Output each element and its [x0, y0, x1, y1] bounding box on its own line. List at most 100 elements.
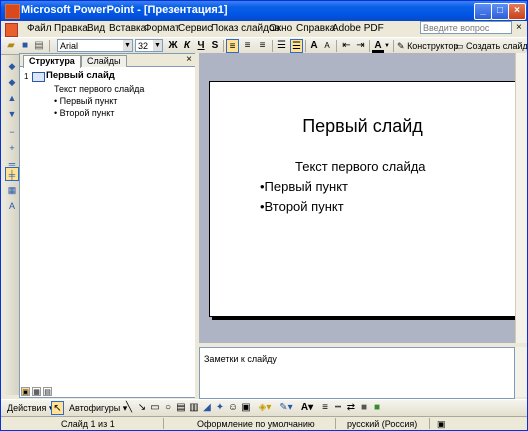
oval-icon[interactable]: ○	[162, 401, 174, 415]
select-objects-icon[interactable]: ↖	[51, 401, 64, 415]
notes-scrollbar[interactable]	[515, 347, 527, 397]
diagram-icon[interactable]: ✦	[214, 401, 226, 415]
maximize-button[interactable]: □	[491, 3, 509, 20]
status-separator	[429, 418, 430, 429]
move-up-icon[interactable]: ▲	[5, 91, 19, 105]
slide-bullet[interactable]: •Второй пункт	[260, 199, 344, 214]
minimize-button[interactable]: _	[474, 3, 492, 20]
spelling-icon[interactable]: ▣	[437, 418, 446, 430]
slide-sorter-icon[interactable]: ▦	[32, 387, 41, 396]
arrow-icon[interactable]: ↘	[136, 401, 148, 415]
outline-bullet[interactable]: • Первый пункт	[54, 96, 117, 106]
line-icon[interactable]: ╲	[123, 401, 135, 415]
menu-view[interactable]: Вид	[87, 23, 105, 34]
actions-button[interactable]: Действия ▾	[7, 401, 53, 415]
summary-slide-icon[interactable]: ▦	[5, 183, 19, 197]
fill-color-icon[interactable]: ◈▾	[256, 401, 274, 415]
show-formatting-icon[interactable]: A	[5, 199, 19, 213]
move-down-icon[interactable]: ▼	[5, 107, 19, 121]
menu-help[interactable]: Справка	[296, 23, 335, 34]
outline-subtitle[interactable]: Текст первого слайда	[54, 84, 144, 94]
chevron-down-icon[interactable]: ▼	[384, 39, 390, 53]
dash-style-icon[interactable]: ┅	[332, 401, 344, 415]
align-center-button[interactable]: ≡	[241, 39, 254, 53]
vertical-scrollbar[interactable]	[515, 53, 527, 343]
font-combo[interactable]: Arial ▼	[57, 39, 133, 52]
slideshow-icon[interactable]: ▤	[43, 387, 52, 396]
shadow-style-icon[interactable]: ■	[358, 401, 370, 415]
toolbar-separator	[223, 40, 224, 52]
italic-button[interactable]: К	[181, 39, 193, 53]
font-color-button[interactable]: A	[372, 39, 384, 53]
document-icon[interactable]	[5, 23, 18, 37]
toolbar-separator	[369, 40, 370, 52]
rectangle-icon[interactable]: ▭	[149, 401, 161, 415]
menu-adobe-pdf[interactable]: Adobe PDF	[332, 23, 384, 34]
menu-edit[interactable]: Правка	[54, 23, 88, 34]
save-icon[interactable]: ■	[19, 39, 31, 53]
align-right-button[interactable]: ≡	[256, 39, 269, 53]
slide-icon[interactable]	[32, 72, 45, 82]
slide-bullet[interactable]: •Первый пункт	[260, 179, 348, 194]
bold-button[interactable]: Ж	[167, 39, 179, 53]
menu-tools[interactable]: Сервис	[178, 23, 212, 34]
toolbar-separator	[393, 40, 394, 52]
vertical-textbox-icon[interactable]: ▥	[188, 401, 200, 415]
expand-icon[interactable]: +	[5, 141, 19, 155]
close-button[interactable]: ×	[508, 3, 526, 20]
decrease-font-button[interactable]: A	[321, 39, 333, 53]
increase-indent-button[interactable]: ⇥	[354, 39, 367, 53]
autoshapes-button[interactable]: Автофигуры ▾	[69, 401, 127, 415]
numbering-button[interactable]: ☰	[275, 39, 288, 53]
slide-title[interactable]: Первый слайд	[210, 116, 515, 137]
shadow-button[interactable]: S	[209, 39, 221, 53]
font-size-combo[interactable]: 32 ▼	[135, 39, 163, 52]
decrease-indent-button[interactable]: ⇤	[340, 39, 353, 53]
textbox-icon[interactable]: ▤	[175, 401, 187, 415]
line-style-icon[interactable]: ≡	[319, 401, 331, 415]
powerpoint-app-icon[interactable]	[5, 4, 20, 19]
open-icon[interactable]: ▰	[5, 39, 17, 53]
powerpoint-window: Microsoft PowerPoint - [Презентация1] _ …	[0, 0, 528, 431]
picture-icon[interactable]: ▣	[240, 401, 252, 415]
clipart-icon[interactable]: ☺	[227, 401, 239, 415]
menu-format[interactable]: Формат	[144, 23, 180, 34]
close-icon[interactable]: ×	[186, 54, 192, 65]
font-size-value: 32	[138, 41, 149, 51]
panel-tabs: Структура Слайды ×	[20, 54, 196, 68]
outline-title[interactable]: Первый слайд	[46, 70, 115, 81]
arrow-style-icon[interactable]: ⇄	[345, 401, 357, 415]
bullets-button[interactable]: ☰	[290, 39, 303, 53]
outline-bullet[interactable]: • Второй пункт	[54, 108, 114, 118]
window-title: Microsoft PowerPoint - [Презентация1]	[21, 4, 228, 16]
menu-insert[interactable]: Вставка	[109, 23, 146, 34]
print-icon[interactable]: ▤	[33, 39, 45, 53]
designer-button[interactable]: ✎ Конструктор	[397, 39, 458, 53]
menu-window[interactable]: Окно	[269, 23, 292, 34]
close-document-icon[interactable]: ×	[516, 22, 522, 33]
new-slide-button[interactable]: ▭ Создать слайд	[455, 39, 527, 53]
increase-font-button[interactable]: A	[308, 39, 320, 53]
underline-button[interactable]: Ч	[195, 39, 207, 53]
font-color-icon[interactable]: A▾	[298, 401, 316, 415]
slide-canvas[interactable]: Первый слайд Текст первого слайда •Первы…	[209, 81, 516, 317]
align-left-button[interactable]: ≡	[226, 39, 239, 53]
promote-icon[interactable]: ◆	[5, 59, 19, 73]
normal-view-icon[interactable]: ▣	[21, 387, 30, 396]
demote-icon[interactable]: ◆	[5, 75, 19, 89]
chevron-down-icon[interactable]: ▼	[153, 40, 162, 51]
tab-outline[interactable]: Структура	[23, 55, 81, 68]
3d-style-icon[interactable]: ■	[371, 401, 383, 415]
tab-slides[interactable]: Слайды	[81, 55, 127, 67]
status-separator	[163, 418, 164, 429]
slide-subtitle[interactable]: Текст первого слайда	[295, 159, 426, 174]
expand-all-icon[interactable]: ╪	[5, 167, 19, 181]
ask-question-input[interactable]: Введите вопрос	[420, 21, 512, 34]
collapse-icon[interactable]: −	[5, 125, 19, 139]
view-buttons: ▣ ▦ ▤	[19, 387, 195, 397]
chevron-down-icon[interactable]: ▼	[123, 40, 132, 51]
menu-file[interactable]: Файл	[27, 23, 52, 34]
notes-pane[interactable]: Заметки к слайду	[199, 347, 515, 399]
line-color-icon[interactable]: ✎▾	[277, 401, 295, 415]
wordart-icon[interactable]: ◢	[201, 401, 213, 415]
